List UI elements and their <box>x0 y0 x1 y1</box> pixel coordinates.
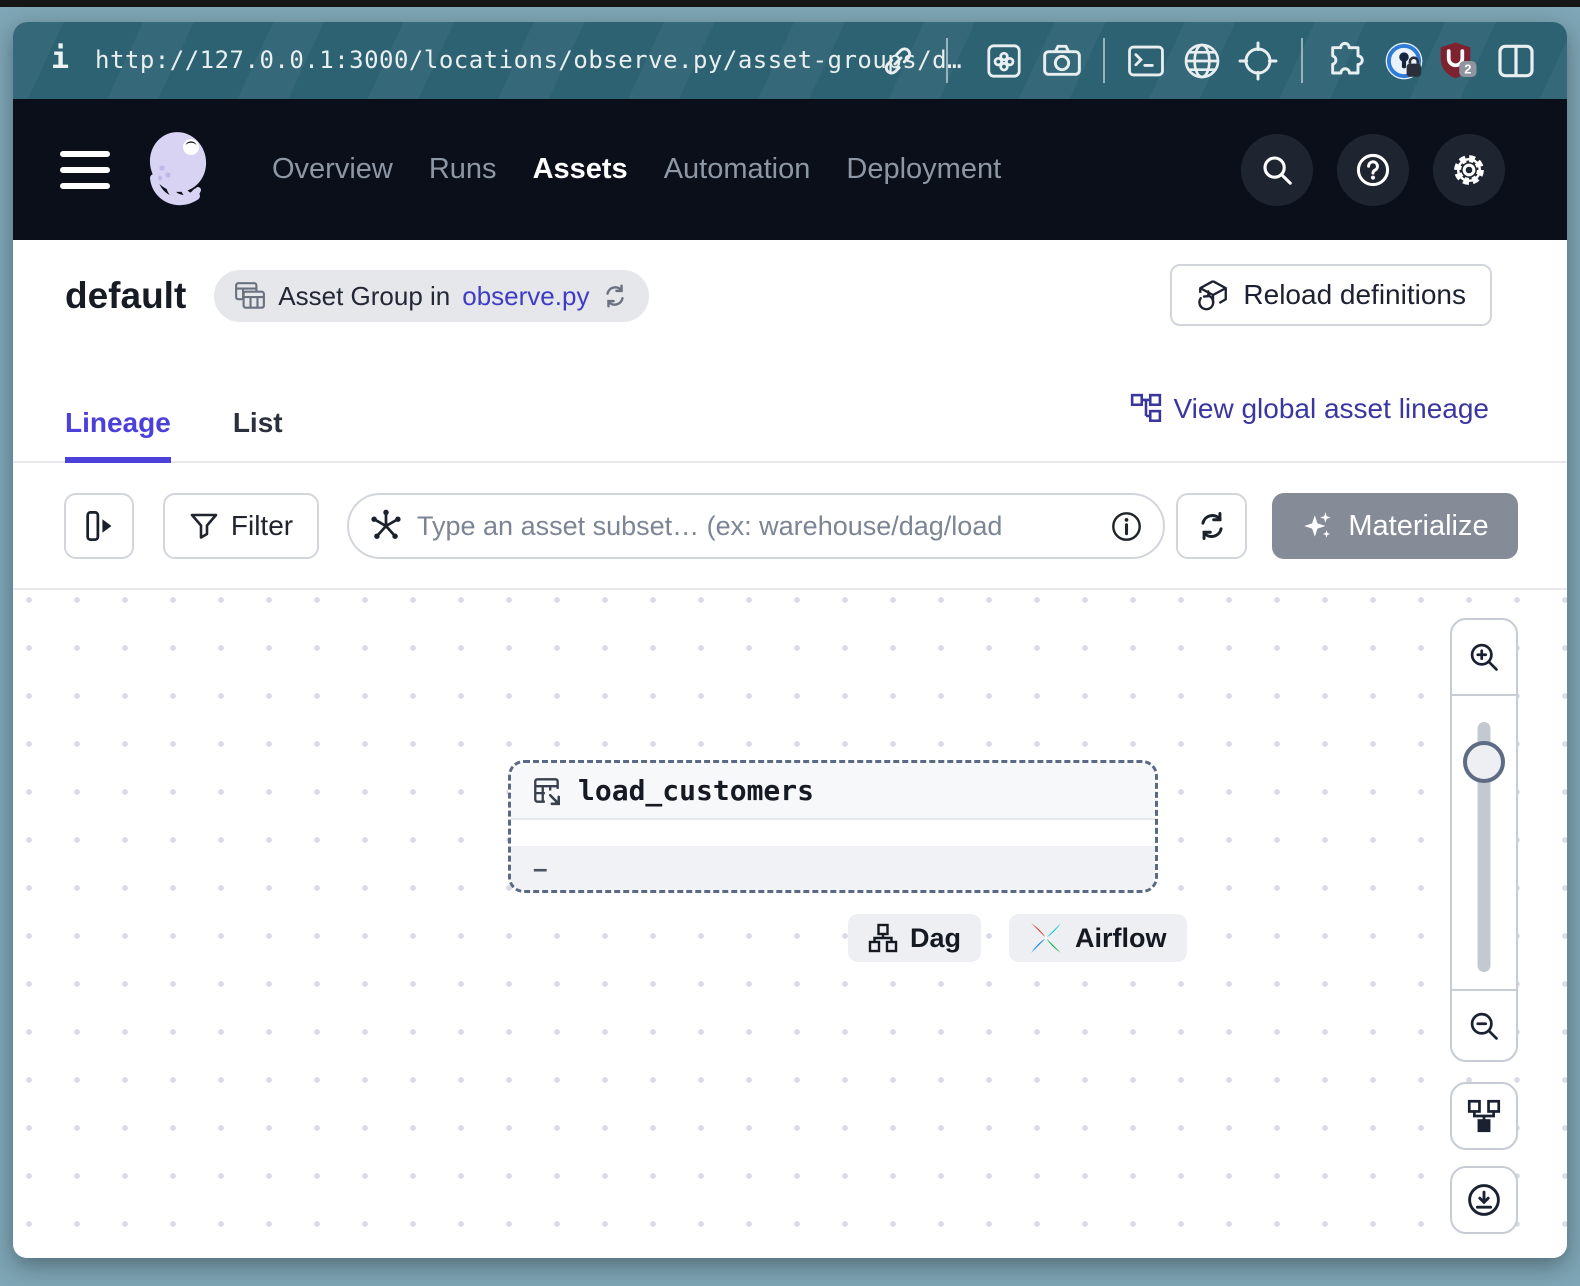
screenshot-camera-icon[interactable] <box>1041 40 1083 82</box>
page-title: default <box>65 275 186 317</box>
tab-list[interactable]: List <box>233 407 283 461</box>
nav-items: Overview Runs Assets Automation Deployme… <box>272 153 1001 186</box>
nav-item-assets[interactable]: Assets <box>533 153 628 186</box>
lineage-toolbar: Filter <box>13 463 1567 590</box>
asset-node-status: – <box>511 846 1155 890</box>
graph-layout-icon <box>1467 1099 1501 1133</box>
zoom-control <box>1450 618 1518 1062</box>
globe-icon[interactable] <box>1181 40 1223 82</box>
expand-panel-button[interactable] <box>64 493 134 559</box>
zoom-slider[interactable] <box>1452 694 1516 991</box>
browser-window: i http://127.0.0.1:3000/locations/observ… <box>13 22 1567 1258</box>
tag-airflow[interactable]: Airflow <box>1009 914 1187 962</box>
nav-item-deployment[interactable]: Deployment <box>846 153 1001 186</box>
materialize-button[interactable]: Materialize <box>1272 493 1518 559</box>
refresh-icon <box>1195 509 1229 543</box>
copy-link-icon[interactable] <box>877 40 919 82</box>
tag-airflow-label: Airflow <box>1075 923 1167 954</box>
reload-definitions-label: Reload definitions <box>1243 279 1466 311</box>
asset-selection-icon <box>369 509 403 543</box>
extensions-puzzle-icon[interactable] <box>1325 40 1367 82</box>
dagster-logo[interactable] <box>140 128 224 212</box>
tag-dag-label: Dag <box>910 923 961 954</box>
view-global-lineage-link[interactable]: View global asset lineage <box>1130 393 1489 425</box>
sparkle-icon <box>1301 509 1335 543</box>
relayout-graph-button[interactable] <box>1450 1082 1518 1150</box>
terminal-icon[interactable] <box>1125 40 1167 82</box>
zoom-in-button[interactable] <box>1452 620 1516 694</box>
dag-icon <box>868 923 898 953</box>
view-global-lineage-label: View global asset lineage <box>1174 393 1489 425</box>
asset-group-badge: Asset Group in observe.py <box>214 270 649 322</box>
nav-item-automation[interactable]: Automation <box>664 153 811 186</box>
adblock-shield-icon[interactable]: 2 <box>1437 40 1479 82</box>
panel-expand-icon <box>82 509 116 543</box>
cube-reload-icon <box>1196 278 1230 312</box>
nav-actions <box>1241 134 1505 206</box>
info-icon[interactable] <box>1110 510 1143 543</box>
filter-button[interactable]: Filter <box>163 493 319 559</box>
nav-item-runs[interactable]: Runs <box>429 153 497 186</box>
password-manager-icon[interactable] <box>1383 40 1425 82</box>
airflow-icon <box>1029 921 1063 955</box>
search-button[interactable] <box>1241 134 1313 206</box>
tab-lineage[interactable]: Lineage <box>65 407 171 461</box>
pick-element-icon[interactable] <box>1237 40 1279 82</box>
lineage-graph-icon <box>1130 393 1162 425</box>
asset-node-load-customers[interactable]: load_customers – <box>508 760 1158 893</box>
toolbar-divider <box>1103 38 1105 83</box>
asset-node-name: load_customers <box>578 774 814 807</box>
page-header: default Asset Group in observe.py <box>13 240 1567 463</box>
toolbar-divider <box>946 38 948 83</box>
browser-toolbar: i http://127.0.0.1:3000/locations/observ… <box>13 22 1567 99</box>
shield-badge-count: 2 <box>1464 61 1471 76</box>
reader-mode-icon[interactable] <box>983 40 1025 82</box>
settings-button[interactable] <box>1433 134 1505 206</box>
zoom-slider-handle[interactable] <box>1463 741 1505 783</box>
toolbar-divider <box>1301 38 1303 83</box>
asset-tags: Dag Airflow <box>848 914 1187 962</box>
asset-node-header: load_customers <box>511 763 1155 820</box>
address-bar[interactable]: http://127.0.0.1:3000/locations/observe.… <box>95 46 962 74</box>
view-tabs: Lineage List <box>65 407 283 461</box>
zoom-in-icon <box>1467 640 1501 674</box>
badge-file-link[interactable]: observe.py <box>462 281 589 312</box>
search-icon <box>1259 152 1295 188</box>
materialize-label: Materialize <box>1348 510 1488 543</box>
asset-subset-input[interactable] <box>417 511 1096 542</box>
reload-definitions-button[interactable]: Reload definitions <box>1170 264 1492 326</box>
materialization-status: – <box>533 853 547 884</box>
gear-icon <box>1450 151 1488 189</box>
desktop-edge <box>0 0 1580 7</box>
asset-node-body <box>511 820 1155 846</box>
help-button[interactable] <box>1337 134 1409 206</box>
zoom-out-icon <box>1467 1009 1501 1043</box>
lineage-canvas[interactable]: load_customers – Dag <box>13 590 1567 1258</box>
zoom-out-button[interactable] <box>1452 991 1516 1060</box>
help-icon <box>1354 151 1392 189</box>
page-info-icon[interactable]: i <box>51 41 69 76</box>
external-table-icon <box>531 775 563 807</box>
app-nav-bar: Overview Runs Assets Automation Deployme… <box>13 99 1567 240</box>
asset-subset-search[interactable] <box>347 493 1165 559</box>
split-view-icon[interactable] <box>1495 40 1537 82</box>
filter-label: Filter <box>231 510 293 542</box>
refresh-icon[interactable] <box>601 282 629 310</box>
tag-dag[interactable]: Dag <box>848 914 981 962</box>
nav-item-overview[interactable]: Overview <box>272 153 393 186</box>
hamburger-menu-icon[interactable] <box>60 151 110 189</box>
download-icon <box>1466 1182 1502 1218</box>
refresh-graph-button[interactable] <box>1176 493 1247 559</box>
badge-prefix: Asset Group in <box>278 281 450 312</box>
funnel-icon <box>189 511 219 541</box>
download-image-button[interactable] <box>1450 1166 1518 1234</box>
table-stack-icon <box>234 280 266 312</box>
